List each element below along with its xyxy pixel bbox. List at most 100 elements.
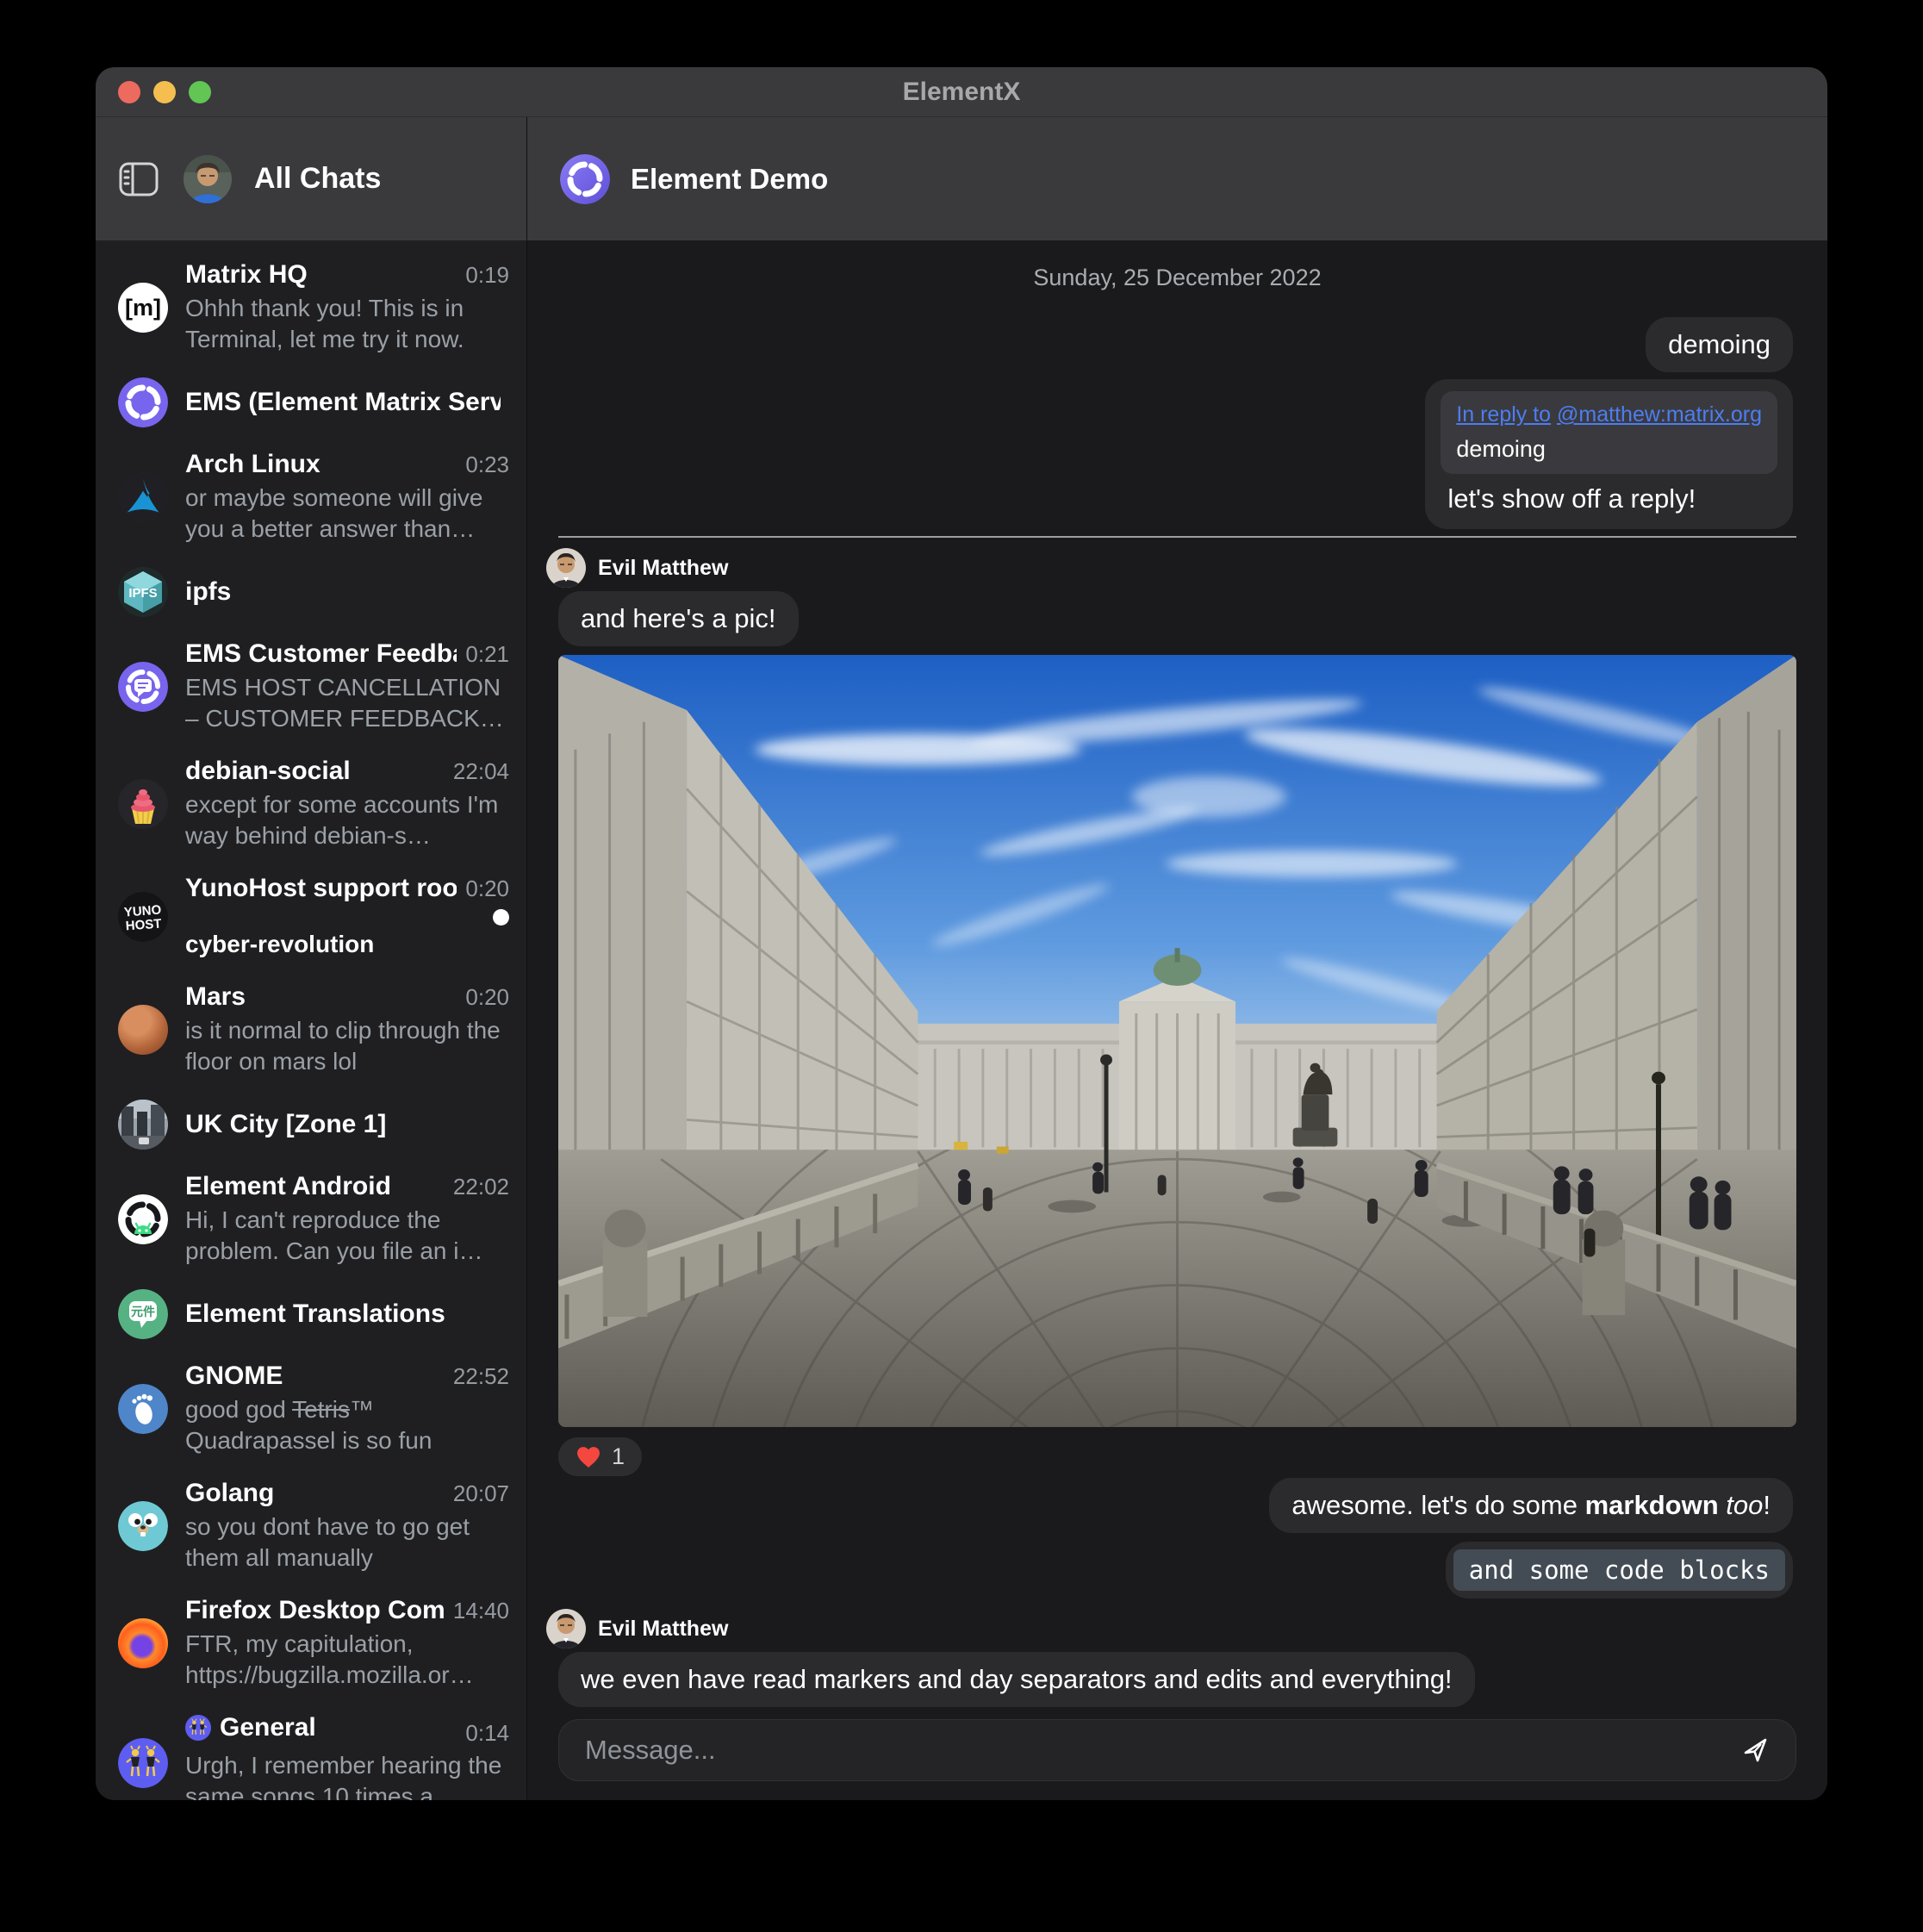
room-list-item[interactable]: Element Android 22:02 Hi, I can't reprod… <box>96 1161 526 1278</box>
room-name: Matrix HQ <box>185 260 457 290</box>
svg-text:元件: 元件 <box>131 1305 155 1318</box>
room-list-item[interactable]: Mars 0:20 is it normal to clip through t… <box>96 971 526 1088</box>
ukcity-avatar <box>118 1100 168 1150</box>
room-preview: Hi, I can't reproduce the problem. Can y… <box>185 1205 509 1267</box>
chat-header: Element Demo <box>527 117 1827 240</box>
room-preview: Urgh, I remember hearing the same songs … <box>185 1750 509 1800</box>
room-name: ipfs <box>185 577 501 607</box>
room-list-item[interactable]: UK City [Zone 1] <box>96 1088 526 1161</box>
close-window-button[interactable] <box>118 81 140 103</box>
message-incoming-readmarkers[interactable]: we even have read markers and day separa… <box>558 1652 1475 1707</box>
heart-reaction-pill[interactable]: 1 <box>558 1437 642 1476</box>
room-name: Firefox Desktop Comm… <box>185 1596 445 1625</box>
room-name: EMS (Element Matrix Servi… <box>185 388 501 417</box>
room-list-item[interactable]: EMS (Element Matrix Servi… <box>96 366 526 439</box>
reaction-count: 1 <box>612 1443 625 1470</box>
reaction-row: 1 <box>558 1437 1796 1476</box>
room-preview: except for some accounts I'm way behind … <box>185 789 509 851</box>
room-list-item[interactable]: Arch Linux 0:23 or maybe someone will gi… <box>96 439 526 556</box>
evil-matthew-avatar[interactable] <box>546 548 586 588</box>
room-preview: or maybe someone will give you a better … <box>185 483 509 545</box>
window-controls <box>118 67 211 116</box>
room-preview: so you dont have to go get them all manu… <box>185 1511 509 1574</box>
room-list-item[interactable]: Golang 20:07 so you dont have to go get … <box>96 1468 526 1585</box>
zoom-window-button[interactable] <box>189 81 211 103</box>
room-name: Element Translations <box>185 1299 501 1329</box>
composer-area <box>527 1707 1827 1800</box>
sender-name: Evil Matthew <box>598 556 728 581</box>
reply-user-link[interactable]: @matthew:matrix.org <box>1557 402 1762 427</box>
reply-quoted-text: demoing <box>1456 433 1762 465</box>
desktop-background: ElementX All Chats [m] Matrix HQ <box>0 0 1923 1932</box>
room-name: Golang <box>185 1479 445 1508</box>
user-avatar[interactable] <box>184 155 232 203</box>
svg-text:IPFS: IPFS <box>128 586 157 601</box>
room-name: Mars <box>185 982 457 1012</box>
dancers-icon <box>185 1715 211 1741</box>
room-preview: FTR, my capitulation, https://bugzilla.m… <box>185 1629 509 1691</box>
room-timestamp: 14:40 <box>453 1598 509 1624</box>
element-feedback-avatar <box>118 662 168 712</box>
gnome-avatar <box>118 1384 168 1434</box>
unread-dot <box>493 909 509 925</box>
dancers-avatar-avatar <box>118 1738 168 1788</box>
sidebar-header: All Chats <box>96 117 526 240</box>
room-list-item[interactable]: 元件 Element Translations <box>96 1278 526 1350</box>
firefox-avatar <box>118 1618 168 1668</box>
room-list-item[interactable]: General 0:14 Urgh, I remember hearing th… <box>96 1702 526 1800</box>
message-input[interactable] <box>583 1734 1733 1767</box>
in-reply-to-link[interactable]: In reply to <box>1456 402 1551 427</box>
message-timeline: Sunday, 25 December 2022 demoing In repl… <box>527 240 1827 1707</box>
element-avatar <box>118 377 168 427</box>
room-name: UK City [Zone 1] <box>185 1110 501 1139</box>
elementx-window: ElementX All Chats [m] Matrix HQ <box>96 67 1827 1800</box>
send-paper-plane-icon <box>1739 1734 1771 1767</box>
sidebar-toggle-icon[interactable] <box>116 159 161 199</box>
sidebar: All Chats [m] Matrix HQ 0:19 Ohhh thank … <box>96 117 527 1800</box>
element-translations-avatar: 元件 <box>118 1289 168 1339</box>
reply-quote[interactable]: In reply to @matthew:matrix.org demoing <box>1441 391 1777 474</box>
chat-panel: Element Demo Sunday, 25 December 2022 de… <box>527 117 1827 1800</box>
room-timestamp: 22:02 <box>453 1174 509 1200</box>
message-composer[interactable] <box>558 1719 1796 1781</box>
evil-matthew-avatar[interactable] <box>546 1609 586 1648</box>
room-timestamp: 0:23 <box>465 452 509 478</box>
message-outgoing-reply[interactable]: In reply to @matthew:matrix.org demoing … <box>1425 379 1793 529</box>
room-timestamp: 0:20 <box>465 876 509 902</box>
photo-attachment-somerset-house[interactable] <box>558 655 1796 1427</box>
date-separator: Sunday, 25 December 2022 <box>558 265 1796 291</box>
message-incoming-pic[interactable]: and here's a pic! <box>558 591 799 646</box>
send-button[interactable] <box>1733 1729 1777 1772</box>
room-list-item[interactable]: GNOME 22:52 good god Tetris™ Quadrapasse… <box>96 1350 526 1468</box>
room-preview: Ohhh thank you! This is in Terminal, let… <box>185 293 509 355</box>
room-preview: cyber-revolution <box>185 929 509 960</box>
room-list-item[interactable]: Firefox Desktop Comm… 14:40 FTR, my capi… <box>96 1585 526 1702</box>
room-list-item[interactable]: [m] Matrix HQ 0:19 Ohhh thank you! This … <box>96 249 526 366</box>
code-block: and some code blocks <box>1453 1549 1785 1591</box>
minimize-window-button[interactable] <box>153 81 176 103</box>
room-timestamp: 0:20 <box>465 984 509 1011</box>
room-timestamp: 22:04 <box>453 758 509 785</box>
room-list-item[interactable]: IPFS ipfs <box>96 556 526 628</box>
room-list-item[interactable]: EMS Customer Feedbac… 0:21 EMS HOST CANC… <box>96 628 526 745</box>
room-timestamp: 22:52 <box>453 1363 509 1390</box>
room-preview: EMS HOST CANCELLATION – CUSTOMER FEEDBAC… <box>185 672 509 734</box>
room-name: Arch Linux <box>185 450 457 479</box>
room-list-item[interactable]: YUNOHOST YunoHost support roo… 0:20 cybe… <box>96 863 526 971</box>
room-timestamp: 0:14 <box>465 1720 509 1747</box>
room-timestamp: 20:07 <box>453 1480 509 1507</box>
room-timestamp: 0:19 <box>465 262 509 289</box>
room-list: [m] Matrix HQ 0:19 Ohhh thank you! This … <box>96 240 526 1800</box>
reply-body-text: let's show off a reply! <box>1441 483 1777 515</box>
room-preview: good god Tetris™ Quadrapassel is so fun <box>185 1394 509 1456</box>
element-android-avatar <box>118 1194 168 1244</box>
heart-icon <box>576 1445 601 1469</box>
room-list-item[interactable]: debian-social 22:04 except for some acco… <box>96 745 526 863</box>
message-outgoing-markdown[interactable]: awesome. let's do some markdown too! <box>1269 1478 1793 1533</box>
message-outgoing-demoing[interactable]: demoing <box>1646 317 1793 372</box>
room-name: debian-social <box>185 757 445 786</box>
read-marker-line <box>558 536 1796 538</box>
message-outgoing-code[interactable]: and some code blocks <box>1446 1542 1793 1599</box>
room-name: GNOME <box>185 1362 445 1391</box>
room-name: YunoHost support roo… <box>185 874 457 903</box>
